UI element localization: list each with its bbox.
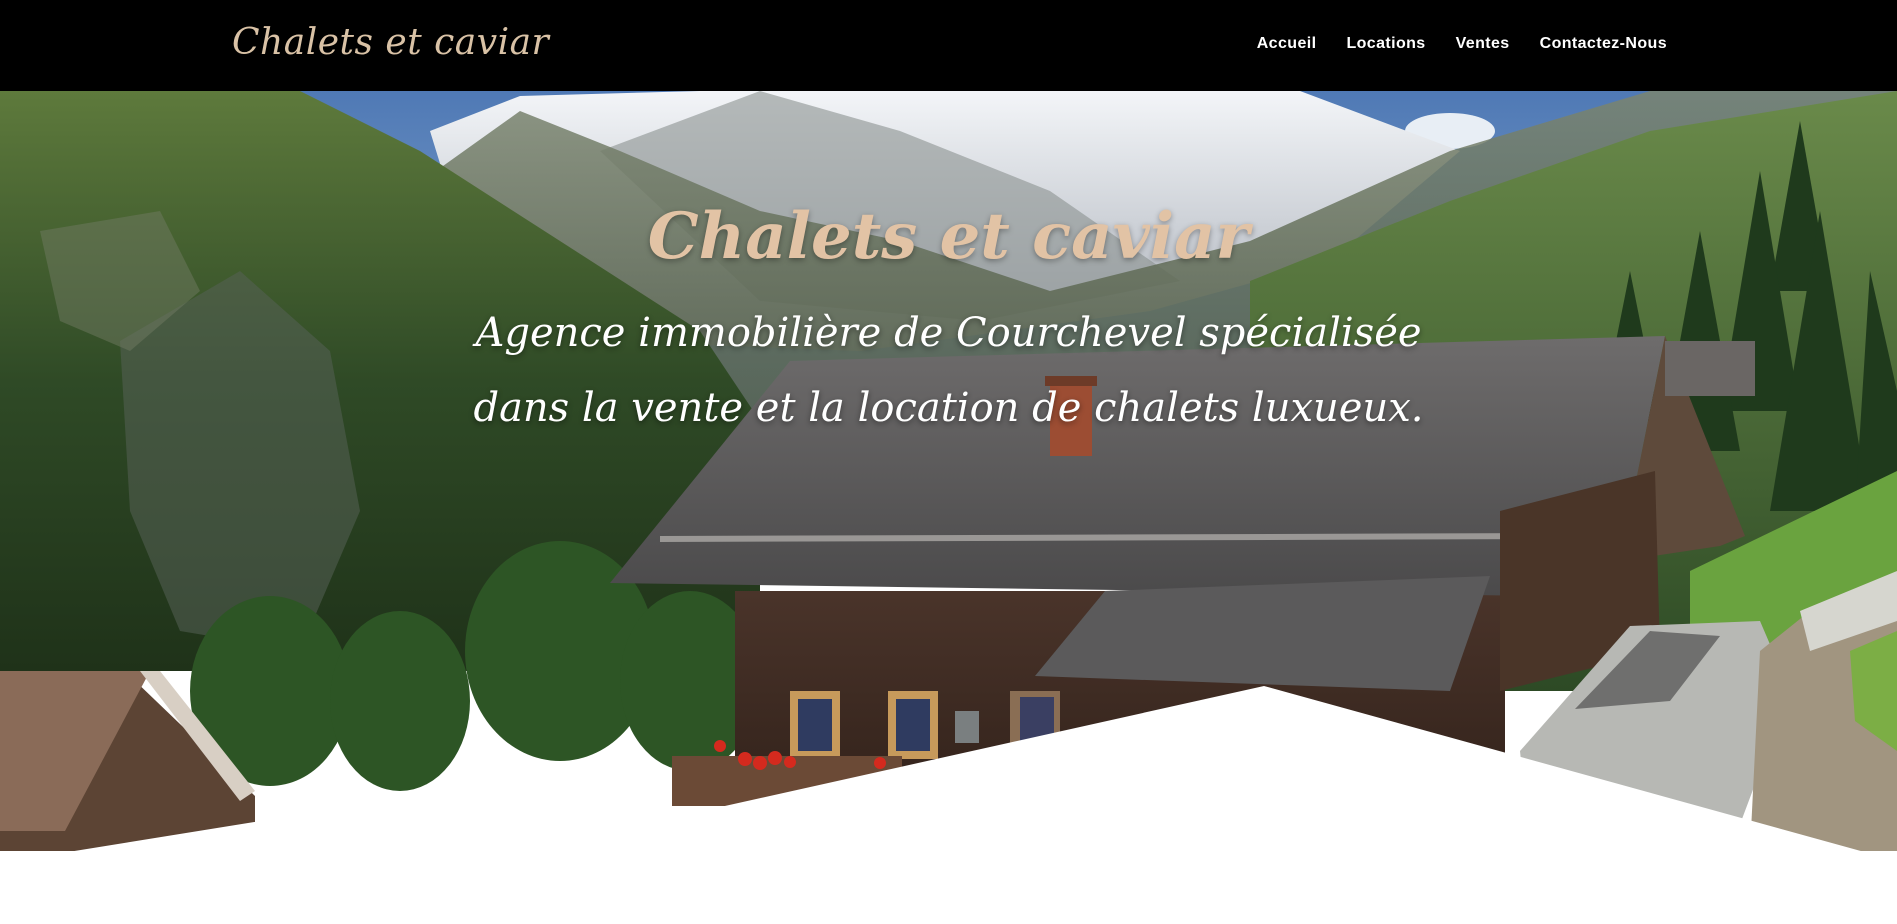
nav-link-ventes[interactable]: Ventes [1456,35,1510,53]
hero-title: Chalets et caviar [647,199,1250,274]
hero-section: Chalets et caviar Agence immobilière de … [0,91,1897,924]
site-logo[interactable]: Chalets et caviar [232,22,549,63]
nav-link-locations[interactable]: Locations [1346,35,1425,53]
page: Chalets et caviar Accueil Locations Vent… [0,0,1897,924]
main-nav: Accueil Locations Ventes Contactez-Nous [1257,35,1667,53]
hero-text-block: Chalets et caviar Agence immobilière de … [0,203,1897,446]
hero-subtitle: Agence immobilière de Courchevel spécial… [473,310,1424,432]
site-header: Chalets et caviar Accueil Locations Vent… [0,0,1897,91]
nav-link-accueil[interactable]: Accueil [1257,35,1317,53]
nav-link-contact[interactable]: Contactez-Nous [1540,35,1667,53]
